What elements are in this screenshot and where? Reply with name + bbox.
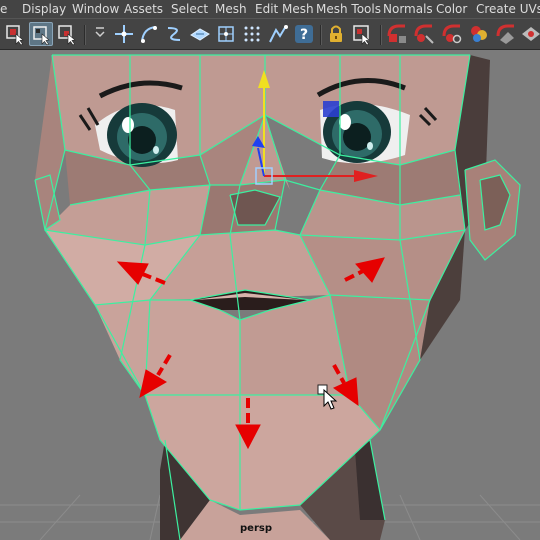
menu-mesh[interactable]: Mesh bbox=[215, 0, 247, 18]
menu-display[interactable]: Display bbox=[22, 0, 66, 18]
symmetry-icon[interactable] bbox=[266, 22, 290, 46]
toolbar-separator bbox=[380, 25, 382, 45]
render-setup-icon[interactable] bbox=[494, 22, 518, 46]
toolbar-separator bbox=[320, 25, 322, 45]
menu-assets[interactable]: Assets bbox=[124, 0, 163, 18]
render-settings-icon[interactable] bbox=[440, 22, 464, 46]
menu-color[interactable]: Color bbox=[436, 0, 467, 18]
svg-text:?: ? bbox=[300, 27, 308, 43]
toolbar-separator bbox=[84, 25, 86, 45]
menu-select[interactable]: Select bbox=[171, 0, 208, 18]
menu-mesh-tools[interactable]: Mesh Tools bbox=[316, 0, 381, 18]
snap-to-grids-icon[interactable] bbox=[112, 22, 136, 46]
menu-chevron-icon[interactable] bbox=[88, 22, 112, 46]
menu-bar: e Display Window Assets Select Mesh Edit… bbox=[0, 0, 540, 18]
snap-to-projected-center-icon[interactable] bbox=[188, 22, 212, 46]
menu-edit-mesh[interactable]: Edit Mesh bbox=[255, 0, 314, 18]
ipr-render-icon[interactable] bbox=[412, 22, 436, 46]
select-by-object-icon[interactable] bbox=[55, 22, 79, 46]
camera-label: persp bbox=[240, 523, 272, 534]
menu-edit[interactable]: e bbox=[0, 0, 7, 18]
snap-to-view-planes-icon[interactable] bbox=[214, 22, 238, 46]
perspective-viewport[interactable]: persp bbox=[0, 50, 540, 540]
render-view-icon[interactable] bbox=[519, 22, 540, 46]
snap-to-curves-icon[interactable] bbox=[137, 22, 161, 46]
hypershade-icon[interactable] bbox=[467, 22, 491, 46]
menu-normals[interactable]: Normals bbox=[383, 0, 433, 18]
snap-to-points-icon[interactable] bbox=[162, 22, 186, 46]
input-output-icon[interactable] bbox=[350, 22, 374, 46]
menu-window[interactable]: Window bbox=[72, 0, 119, 18]
render-icon[interactable] bbox=[385, 22, 409, 46]
make-live-icon[interactable] bbox=[240, 22, 264, 46]
select-by-hierarchy-icon[interactable] bbox=[3, 22, 27, 46]
select-by-component-icon[interactable] bbox=[29, 22, 53, 46]
status-line-toolbar: ? bbox=[0, 18, 540, 50]
menu-create-uvs[interactable]: Create UVs bbox=[476, 0, 540, 18]
viewport-scene[interactable] bbox=[0, 50, 540, 540]
lock-icon[interactable] bbox=[324, 22, 348, 46]
help-icon[interactable]: ? bbox=[292, 22, 316, 46]
